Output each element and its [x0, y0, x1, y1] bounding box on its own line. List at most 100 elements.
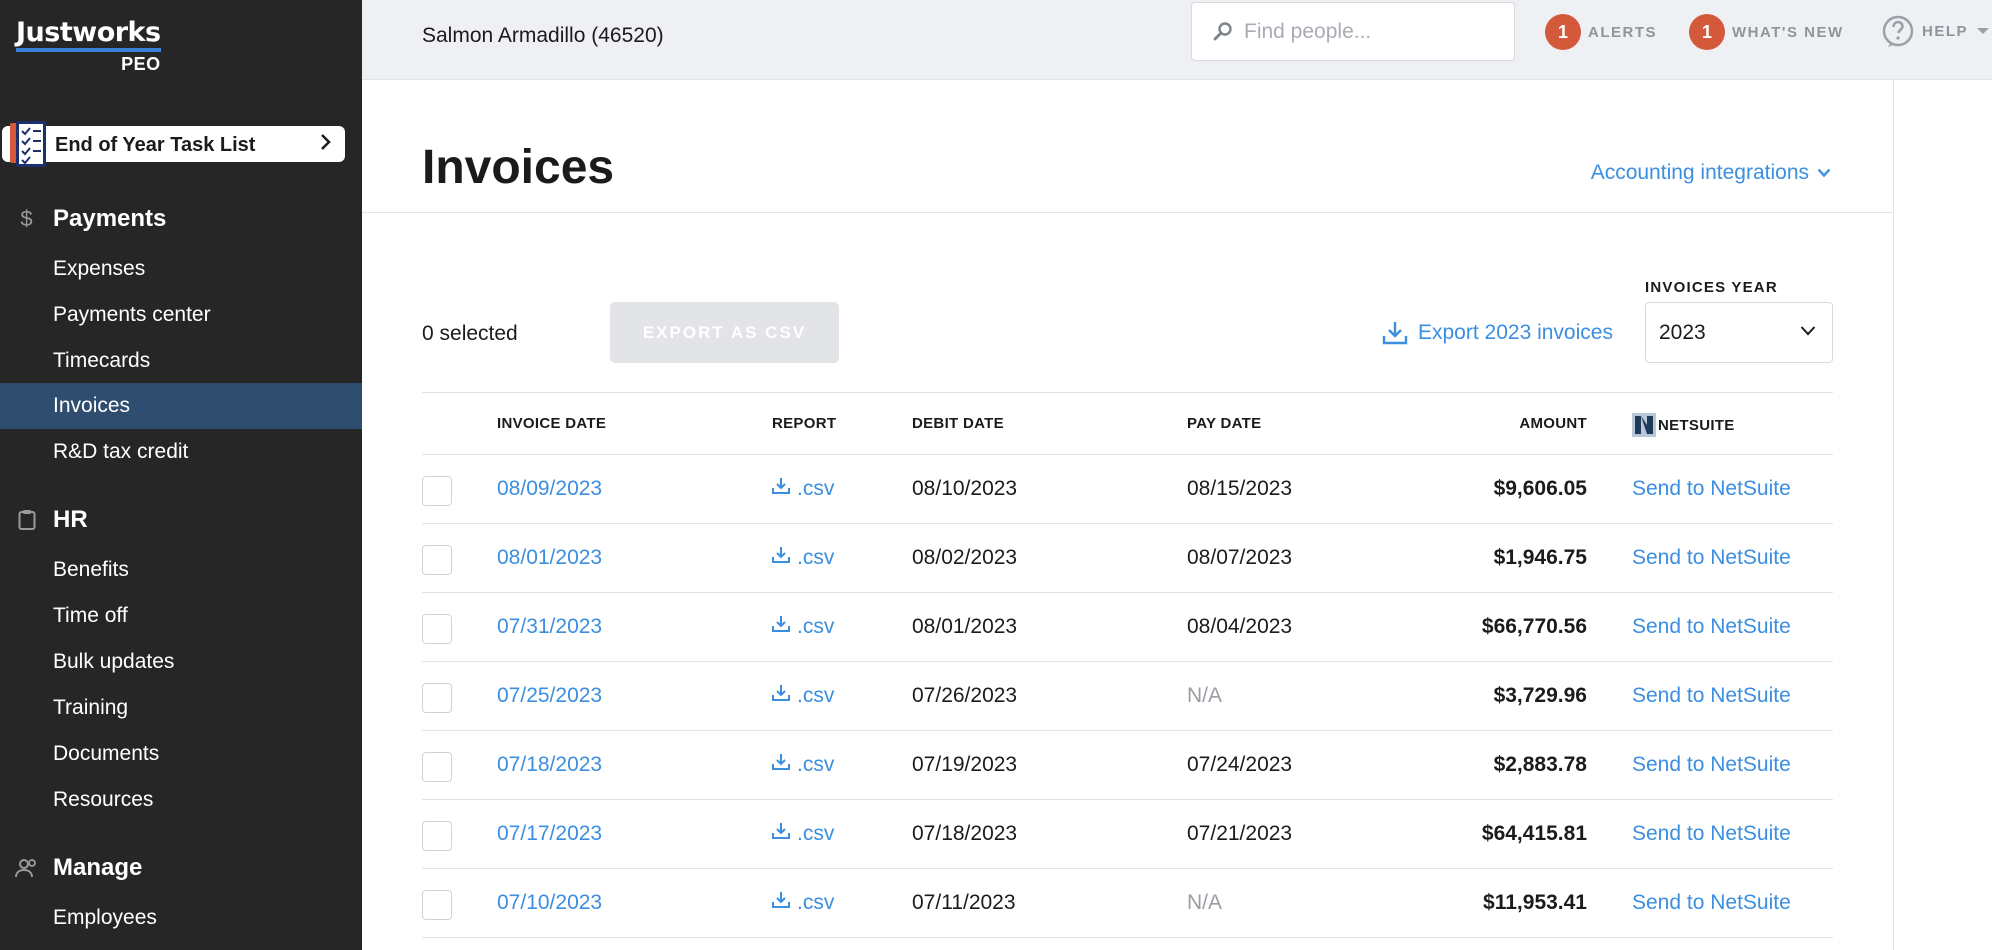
- row-checkbox[interactable]: [422, 752, 452, 782]
- year-value: 2023: [1659, 321, 1706, 344]
- pay-date: 07/24/2023: [1187, 753, 1293, 776]
- invoices-year-select[interactable]: 2023: [1645, 302, 1833, 363]
- sidebar-item-invoices[interactable]: Invoices: [0, 383, 362, 429]
- report-csv-link[interactable]: .csv: [772, 477, 834, 501]
- search-icon: [1213, 22, 1232, 41]
- header-invoice-date: INVOICE DATE: [497, 415, 607, 432]
- report-csv-link[interactable]: .csv: [772, 615, 834, 639]
- table-row: 07/17/2023 .csv 07/18/2023 07/21/2023 $6…: [422, 800, 1833, 869]
- sidebar-item-rd-tax-credit[interactable]: R&D tax credit: [0, 429, 362, 475]
- header-debit-date: DEBIT DATE: [912, 415, 1004, 432]
- chevron-down-icon: [1977, 28, 1990, 34]
- sidebar-item-timecards[interactable]: Timecards: [0, 338, 362, 384]
- pay-date: 08/04/2023: [1187, 615, 1293, 638]
- amount: $64,415.81: [1481, 822, 1587, 845]
- send-to-netsuite-link[interactable]: Send to NetSuite: [1632, 891, 1791, 915]
- send-to-netsuite-link[interactable]: Send to NetSuite: [1632, 822, 1791, 846]
- row-checkbox[interactable]: [422, 614, 452, 644]
- whats-new-button[interactable]: 1 WHAT'S NEW: [1689, 14, 1844, 50]
- download-icon: [772, 478, 790, 494]
- dollar-icon: $: [20, 206, 33, 231]
- report-csv-label: .csv: [797, 546, 835, 569]
- invoice-date-link[interactable]: 07/18/2023: [497, 753, 602, 777]
- section-label: Payments: [53, 205, 167, 232]
- row-checkbox[interactable]: [422, 683, 452, 713]
- download-icon: [1382, 322, 1408, 345]
- debit-date: 08/01/2023: [912, 615, 1018, 638]
- invoice-date-link[interactable]: 07/31/2023: [497, 615, 602, 639]
- table-row: 07/18/2023 .csv 07/19/2023 07/24/2023 $2…: [422, 731, 1833, 800]
- report-csv-label: .csv: [797, 477, 835, 500]
- row-checkbox[interactable]: [422, 545, 452, 575]
- sidebar-item-employees[interactable]: Employees: [0, 895, 362, 941]
- download-icon: [772, 685, 790, 701]
- export-as-csv-button[interactable]: EXPORT AS CSV: [610, 302, 839, 363]
- logo-name: Justworks: [16, 18, 161, 52]
- export-year-label: Export 2023 invoices: [1418, 321, 1613, 344]
- pay-date: N/A: [1187, 684, 1223, 707]
- sidebar-item-expenses[interactable]: Expenses: [0, 246, 362, 292]
- debit-date: 07/11/2023: [912, 891, 1016, 914]
- sidebar-item-training[interactable]: Training: [0, 685, 362, 731]
- divider: [362, 212, 1894, 213]
- sidebar-item-documents[interactable]: Documents: [0, 731, 362, 777]
- alerts-label: ALERTS: [1588, 23, 1657, 41]
- invoice-date-link[interactable]: 07/25/2023: [497, 684, 602, 708]
- header-amount: AMOUNT: [1519, 415, 1587, 432]
- invoice-date-link[interactable]: 07/17/2023: [497, 822, 602, 846]
- pay-date: 08/15/2023: [1187, 477, 1293, 500]
- logo[interactable]: Justworks PEO: [16, 18, 161, 75]
- report-csv-link[interactable]: .csv: [772, 822, 834, 846]
- send-to-netsuite-link[interactable]: Send to NetSuite: [1632, 546, 1791, 570]
- search-box[interactable]: [1191, 2, 1515, 61]
- help-label: HELP: [1922, 22, 1969, 40]
- end-of-year-task-list-button[interactable]: End of Year Task List: [2, 121, 345, 167]
- debit-date: 07/18/2023: [912, 822, 1018, 845]
- row-checkbox[interactable]: [422, 821, 452, 851]
- header-report: REPORT: [772, 415, 837, 432]
- send-to-netsuite-link[interactable]: Send to NetSuite: [1632, 684, 1791, 708]
- report-csv-link[interactable]: .csv: [772, 546, 834, 570]
- invoice-date-link[interactable]: 07/10/2023: [497, 891, 602, 915]
- send-to-netsuite-link[interactable]: Send to NetSuite: [1632, 753, 1791, 777]
- chevron-down-icon: [1817, 168, 1831, 178]
- table-row: 07/25/2023 .csv 07/26/2023 N/A $3,729.96…: [422, 662, 1833, 731]
- table-row: 07/31/2023 .csv 08/01/2023 08/04/2023 $6…: [422, 593, 1833, 662]
- send-to-netsuite-link[interactable]: Send to NetSuite: [1632, 477, 1791, 501]
- row-checkbox[interactable]: [422, 890, 452, 920]
- page-title: Invoices: [422, 141, 615, 194]
- alerts-badge: 1: [1545, 14, 1581, 50]
- report-csv-link[interactable]: .csv: [772, 753, 834, 777]
- amount: $3,729.96: [1493, 684, 1587, 707]
- sidebar-item-time-off[interactable]: Time off: [0, 593, 362, 639]
- invoices-table: INVOICE DATE REPORT DEBIT DATE PAY DATE …: [422, 392, 1833, 938]
- alerts-button[interactable]: 1 ALERTS: [1545, 14, 1657, 50]
- section-payments: $ Payments: [0, 205, 166, 233]
- sidebar-item-bulk-updates[interactable]: Bulk updates: [0, 639, 362, 685]
- send-to-netsuite-link[interactable]: Send to NetSuite: [1632, 615, 1791, 639]
- debit-date: 07/26/2023: [912, 684, 1018, 707]
- accounting-integrations-label: Accounting integrations: [1590, 161, 1809, 184]
- sidebar: Justworks PEO End of Year Task List $ Pa…: [0, 0, 362, 950]
- accounting-integrations-link[interactable]: Accounting integrations: [1591, 161, 1831, 185]
- report-csv-label: .csv: [797, 615, 835, 638]
- invoice-date-link[interactable]: 08/01/2023: [497, 546, 602, 570]
- help-button[interactable]: HELP: [1881, 14, 1990, 48]
- whats-new-badge: 1: [1689, 14, 1725, 50]
- sidebar-item-resources[interactable]: Resources: [0, 777, 362, 823]
- report-csv-link[interactable]: .csv: [772, 684, 834, 708]
- sidebar-item-benefits[interactable]: Benefits: [0, 547, 362, 593]
- whats-new-label: WHAT'S NEW: [1732, 23, 1844, 41]
- export-year-invoices-link[interactable]: Export 2023 invoices: [1382, 320, 1613, 346]
- download-icon: [772, 547, 790, 563]
- report-csv-label: .csv: [797, 753, 835, 776]
- checklist-icon: [10, 121, 46, 167]
- download-icon: [772, 823, 790, 839]
- report-csv-link[interactable]: .csv: [772, 891, 834, 915]
- row-checkbox[interactable]: [422, 476, 452, 506]
- invoice-date-link[interactable]: 08/09/2023: [497, 477, 602, 501]
- pay-date: N/A: [1187, 891, 1223, 914]
- debit-date: 08/02/2023: [912, 546, 1018, 569]
- sidebar-item-payments-center[interactable]: Payments center: [0, 292, 362, 338]
- search-input[interactable]: [1244, 15, 1504, 49]
